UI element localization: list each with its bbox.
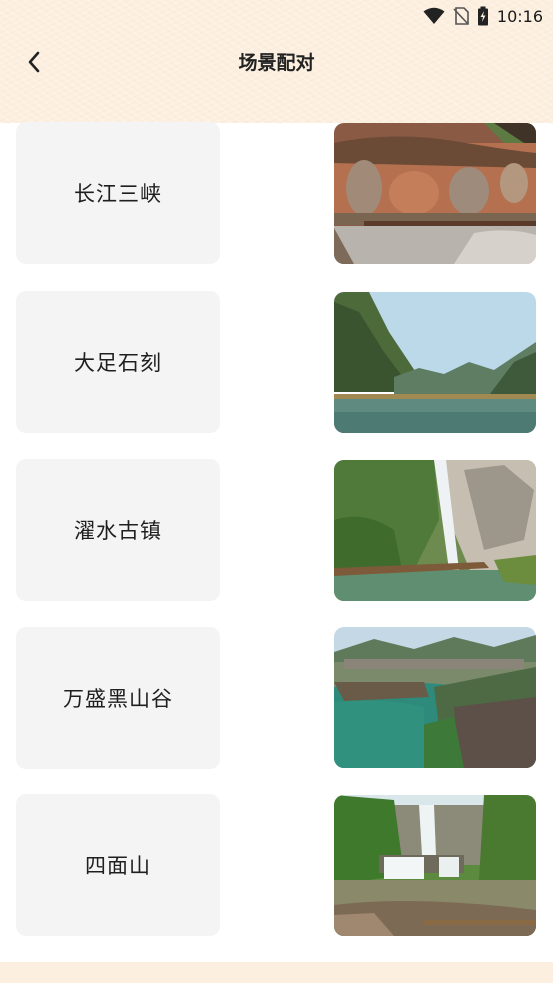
scene-name-card[interactable]: 大足石刻 xyxy=(16,291,220,433)
scene-name-label: 大足石刻 xyxy=(74,351,162,375)
pair-row: 万盛黑山谷 xyxy=(0,627,553,771)
cliff-buddha-carving-photo[interactable] xyxy=(334,123,536,264)
scene-name-label: 万盛黑山谷 xyxy=(63,687,173,711)
wifi-icon xyxy=(423,7,445,25)
scene-name-label: 长江三峡 xyxy=(74,182,162,206)
pair-row: 长江三峡 xyxy=(0,122,553,267)
scene-name-label: 濯水古镇 xyxy=(74,519,162,543)
scene-name-label: 四面山 xyxy=(85,854,151,878)
scene-name-card[interactable]: 四面山 xyxy=(16,794,220,936)
forest-waterfall-photo[interactable] xyxy=(334,795,536,936)
footer-strip xyxy=(0,962,553,983)
cliff-waterfall-photo[interactable] xyxy=(334,460,536,601)
page-title: 场景配对 xyxy=(238,52,315,74)
no-sim-icon xyxy=(453,7,469,25)
pair-row: 大足石刻 xyxy=(0,291,553,435)
header: 10:16 场景配对 xyxy=(0,0,553,123)
pair-row: 濯水古镇 xyxy=(0,459,553,603)
battery-icon xyxy=(477,6,489,26)
scene-name-card[interactable]: 万盛黑山谷 xyxy=(16,627,220,769)
scene-name-card[interactable]: 长江三峡 xyxy=(16,122,220,264)
river-gorge-photo[interactable] xyxy=(334,292,536,433)
pair-row: 四面山 xyxy=(0,794,553,938)
river-town-bridge-photo[interactable] xyxy=(334,627,536,768)
scene-name-card[interactable]: 濯水古镇 xyxy=(16,459,220,601)
status-bar: 10:16 xyxy=(423,4,543,28)
status-time: 10:16 xyxy=(496,6,543,26)
